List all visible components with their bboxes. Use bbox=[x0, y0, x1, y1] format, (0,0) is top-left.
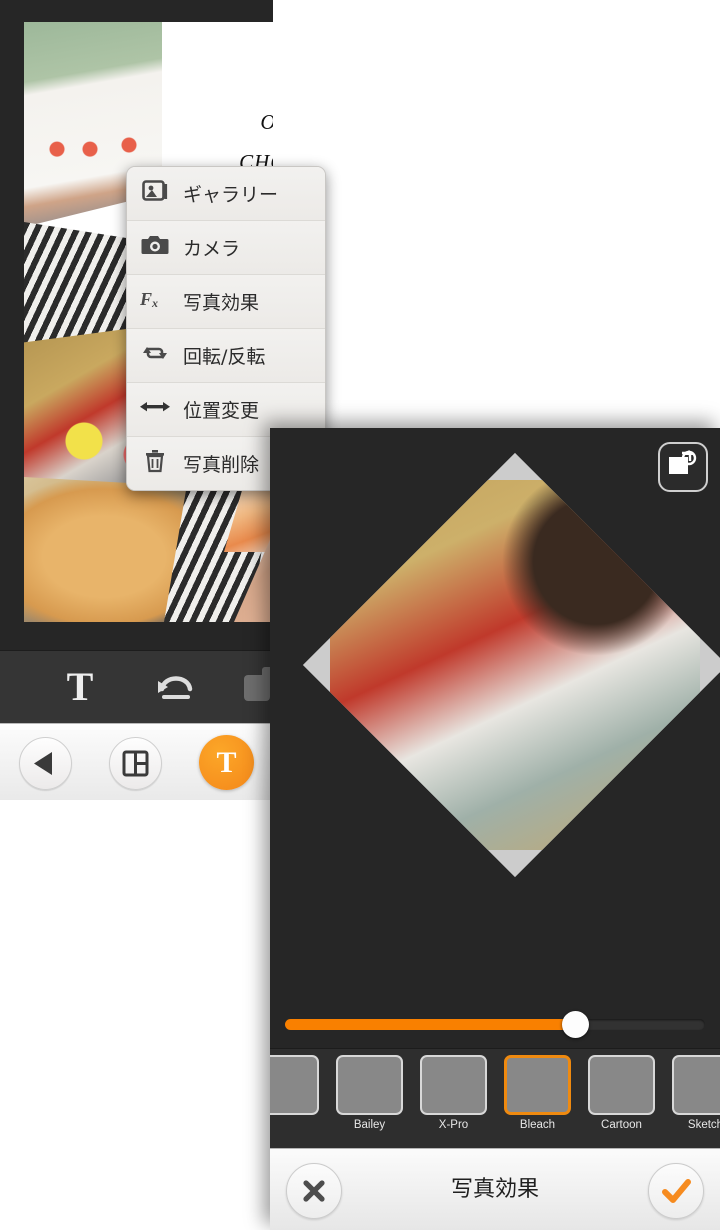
preview-photo-diamond[interactable] bbox=[302, 452, 720, 878]
context-menu-label: 位置変更 bbox=[183, 400, 260, 422]
filter-thumbnail-label: Bailey bbox=[353, 1119, 386, 1131]
context-menu-label: 写真効果 bbox=[183, 292, 260, 314]
filter-thumbnail-image bbox=[588, 1055, 655, 1115]
add-text-button-label: T bbox=[216, 746, 237, 779]
add-text-button[interactable]: T bbox=[199, 735, 254, 790]
trash-icon bbox=[127, 449, 183, 478]
poster-line-1: ODAY bbox=[260, 110, 273, 135]
filter-thumbnail-label: X-Pro bbox=[438, 1119, 469, 1131]
filter-thumbnail-image bbox=[270, 1055, 319, 1115]
slider-track[interactable] bbox=[285, 1019, 705, 1030]
confirm-button[interactable] bbox=[648, 1163, 704, 1219]
filter-thumbnail[interactable]: Cartoon bbox=[588, 1055, 655, 1131]
move-arrows-icon bbox=[127, 398, 183, 421]
context-menu-item-gallery[interactable]: ギャラリー bbox=[127, 167, 325, 221]
svg-text:F: F bbox=[140, 289, 152, 309]
fx-icon: F x bbox=[127, 288, 183, 315]
editor-bottom-bar: T bbox=[0, 723, 273, 800]
camera-icon bbox=[127, 234, 183, 261]
preview-photo-image bbox=[330, 480, 700, 850]
undo-arrow-icon[interactable] bbox=[148, 663, 204, 711]
editor-toolbar: T bbox=[0, 650, 273, 724]
effect-preview-canvas[interactable] bbox=[270, 428, 720, 1000]
svg-text:x: x bbox=[151, 296, 158, 310]
filter-thumbnail-image bbox=[420, 1055, 487, 1115]
filter-list: Bailey X-Pro Bleach Cartoon Sketch bbox=[270, 1055, 720, 1131]
filter-thumbnail-label: Bleach bbox=[519, 1119, 556, 1131]
effect-intensity-slider[interactable] bbox=[270, 1000, 720, 1048]
back-triangle-icon[interactable] bbox=[19, 737, 72, 790]
filter-thumbnail[interactable]: Sketch bbox=[672, 1055, 720, 1131]
layout-grid-icon[interactable] bbox=[109, 737, 162, 790]
filter-thumbnail-image bbox=[336, 1055, 403, 1115]
filter-thumbnail[interactable]: Bleach bbox=[504, 1055, 571, 1131]
filter-thumbnail-strip[interactable]: Bailey X-Pro Bleach Cartoon Sketch bbox=[270, 1048, 720, 1149]
context-menu-label: ギャラリー bbox=[183, 184, 279, 206]
cancel-button[interactable] bbox=[286, 1163, 342, 1219]
preview-photo-wrapper bbox=[295, 450, 720, 980]
gallery-icon bbox=[127, 179, 183, 208]
filter-thumbnail-image bbox=[504, 1055, 571, 1115]
reset-image-icon[interactable] bbox=[658, 442, 708, 492]
filter-thumbnail-label: Cartoon bbox=[601, 1119, 642, 1131]
rotate-flip-icon bbox=[127, 341, 183, 370]
context-menu-item-rotate-flip[interactable]: 回転/反転 bbox=[127, 329, 325, 383]
photo-effects-screen: Bailey X-Pro Bleach Cartoon Sketch 写真効果 bbox=[270, 428, 720, 1230]
context-menu-item-camera[interactable]: カメラ bbox=[127, 221, 325, 275]
context-menu-label: カメラ bbox=[183, 238, 241, 260]
context-menu-item-effects[interactable]: F x 写真効果 bbox=[127, 275, 325, 329]
filter-thumbnail-image bbox=[672, 1055, 720, 1115]
text-tool-icon[interactable]: T bbox=[52, 663, 108, 711]
effects-action-bar: 写真効果 bbox=[270, 1148, 720, 1230]
slider-fill bbox=[285, 1019, 575, 1030]
slider-thumb[interactable] bbox=[561, 1011, 589, 1038]
filter-thumbnail-label: Sketch bbox=[687, 1119, 720, 1131]
context-menu-label: 写真削除 bbox=[183, 454, 260, 476]
context-menu-label: 回転/反転 bbox=[183, 346, 266, 368]
filter-thumbnail[interactable]: Bailey bbox=[336, 1055, 403, 1131]
filter-thumbnail[interactable] bbox=[270, 1055, 319, 1131]
sticker-add-icon[interactable] bbox=[244, 663, 273, 711]
filter-thumbnail[interactable]: X-Pro bbox=[420, 1055, 487, 1131]
